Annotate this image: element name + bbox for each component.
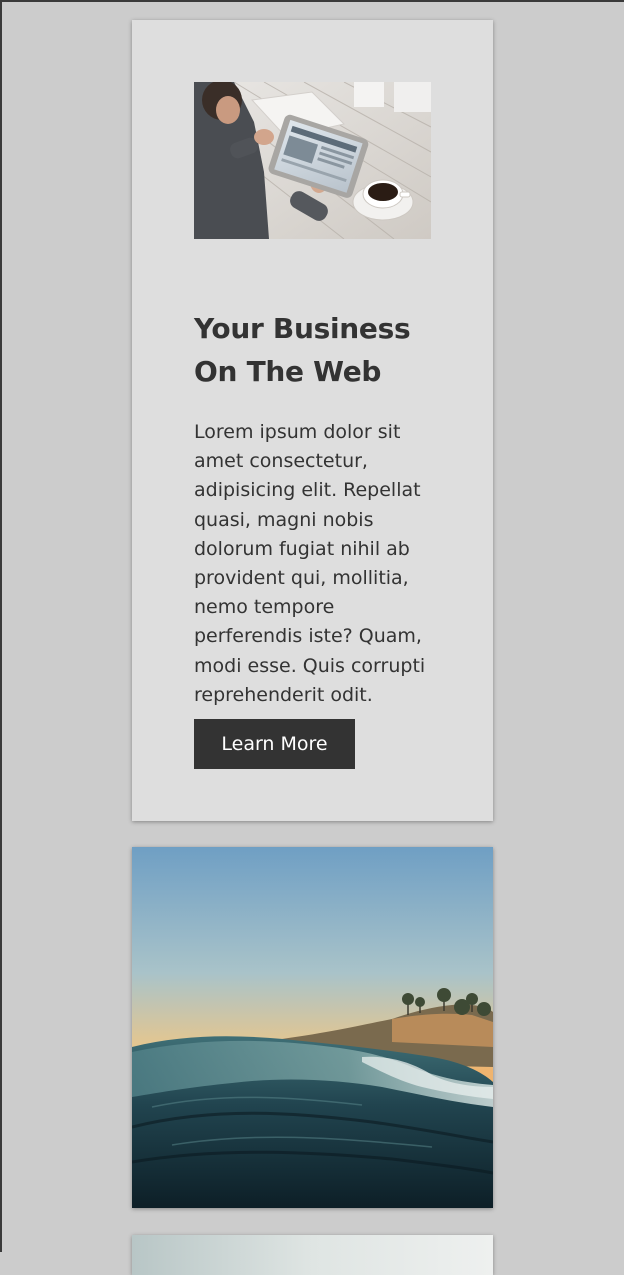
image-card — [132, 847, 493, 1208]
partial-photo — [132, 1235, 493, 1275]
card-description: Lorem ipsum dolor sit amet consectetur, … — [194, 421, 426, 706]
ocean-wave-photo — [132, 847, 493, 1208]
window-frame-left — [0, 0, 2, 1252]
learn-more-button[interactable]: Learn More — [194, 719, 355, 769]
tablet-coffee-photo — [194, 82, 431, 239]
window-frame-top — [0, 0, 624, 2]
feature-card: Your Business On The Web Lorem ipsum dol… — [132, 20, 493, 821]
image-card-partial — [132, 1235, 493, 1275]
card-title: Your Business On The Web — [194, 312, 411, 388]
